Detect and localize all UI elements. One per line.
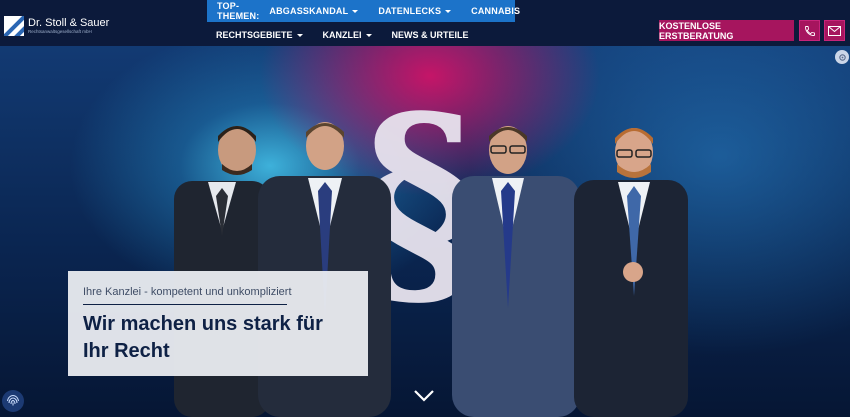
nav-news-urteile[interactable]: NEWS & URTEILE xyxy=(392,30,469,40)
topic-cannabis[interactable]: CANNABIS xyxy=(471,6,520,16)
hero-title: Wir machen uns stark für Ihr Recht xyxy=(83,313,323,362)
brand-name: Dr. Stoll & Sauer xyxy=(28,16,110,29)
brand-logo[interactable]: Dr. Stoll & Sauer Rechtsanwaltsgesellsch… xyxy=(4,16,109,36)
settings-icon[interactable] xyxy=(835,50,849,64)
free-consultation-button[interactable]: KOSTENLOSE ERSTBERATUNG xyxy=(659,20,794,41)
top-topics-bar: TOP-THEMEN: ABGASSKANDAL DATENLECKS CANN… xyxy=(207,0,520,22)
mail-button[interactable] xyxy=(824,20,845,41)
top-topics-label: TOP-THEMEN: xyxy=(217,1,260,21)
topic-abgasskandal[interactable]: ABGASSKANDAL xyxy=(269,6,359,16)
chevron-down-icon xyxy=(365,33,372,37)
chevron-down-icon xyxy=(352,9,359,13)
nav-kanzlei[interactable]: KANZLEI xyxy=(323,30,372,40)
chevron-down-icon[interactable] xyxy=(413,389,435,403)
logo-mark-icon xyxy=(4,16,24,36)
nav-rechtsgebiete[interactable]: RECHTSGEBIETE xyxy=(216,30,303,40)
brand-tagline: Rechtsanwaltsgesellschaft mbH xyxy=(28,28,92,34)
main-nav: RECHTSGEBIETE KANZLEI NEWS & URTEILE xyxy=(216,30,489,40)
fingerprint-icon[interactable] xyxy=(2,390,24,412)
hero-text-box: Ihre Kanzlei - kompetent und unkomplizie… xyxy=(68,271,368,376)
phone-icon xyxy=(804,25,815,36)
topic-datenlecks[interactable]: DATENLECKS xyxy=(378,6,452,16)
site-header: Dr. Stoll & Sauer Rechtsanwaltsgesellsch… xyxy=(0,0,850,46)
phone-button[interactable] xyxy=(799,20,820,41)
divider xyxy=(83,304,287,305)
hero-subtitle: Ihre Kanzlei - kompetent und unkomplizie… xyxy=(83,286,292,298)
chevron-down-icon xyxy=(445,9,452,13)
mail-icon xyxy=(828,25,841,36)
chevron-down-icon xyxy=(296,33,303,37)
